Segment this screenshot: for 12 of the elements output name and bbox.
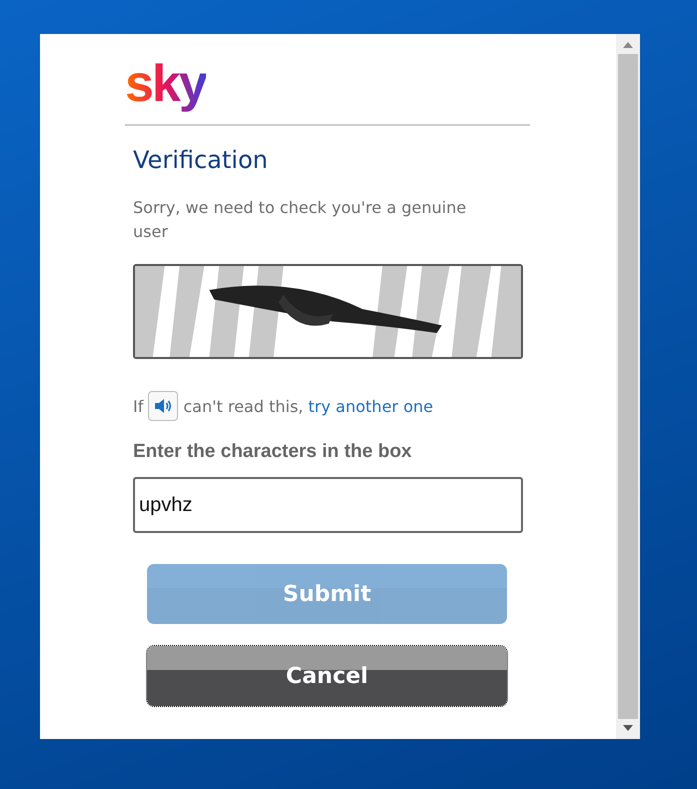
scrollbar[interactable] [616, 34, 640, 739]
page-title: Verification [133, 146, 268, 174]
try-another-link[interactable]: try another one [308, 396, 434, 416]
scroll-down-icon[interactable] [623, 725, 633, 731]
speaker-icon[interactable] [148, 391, 178, 421]
input-field[interactable]: upvhz [133, 477, 523, 533]
scroll-up-icon[interactable] [623, 42, 633, 48]
cancel-button[interactable]: Cancel [147, 646, 507, 706]
message-text: Sorry, we need to check you're a genuine user [133, 197, 468, 243]
hint-text: If [133, 396, 144, 416]
field-label: Enter the characters in the box [133, 441, 412, 463]
hint-text: can't read this, [183, 396, 304, 416]
